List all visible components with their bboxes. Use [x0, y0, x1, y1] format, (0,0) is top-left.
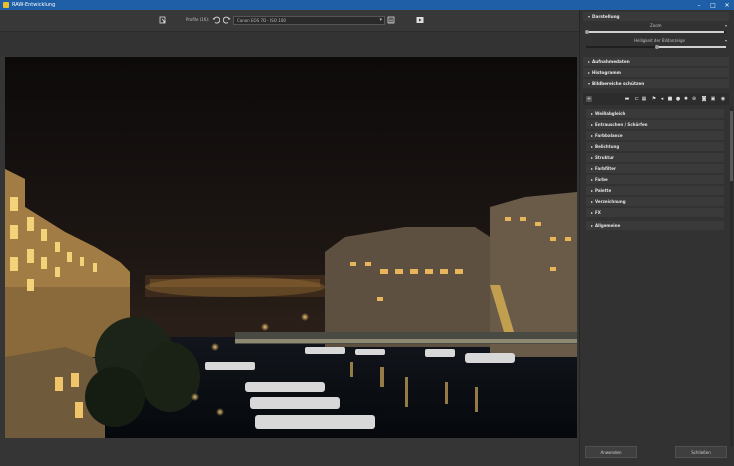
profile-select[interactable]: Canon EOS 7D - ISO 100 ▾ [233, 16, 385, 25]
chevron-down-icon: ▾ [588, 14, 591, 19]
tool-palette[interactable]: ▸ Palette [586, 186, 724, 195]
app-icon [3, 2, 9, 8]
grid-icon[interactable]: ▦ [641, 96, 647, 102]
plus-icon[interactable]: + [586, 96, 592, 102]
eye-icon[interactable]: ◉ [720, 96, 726, 102]
line-icon[interactable]: ▬ [624, 96, 630, 102]
section-label: Darstellung [592, 14, 620, 19]
photo-preview[interactable] [5, 57, 577, 438]
status-area [0, 438, 579, 466]
tool-farbe[interactable]: ▸ Farbe [586, 175, 724, 184]
tool-struktur[interactable]: ▸ Struktur [586, 153, 724, 162]
circle-icon[interactable]: ● [675, 96, 681, 102]
chevron-right-icon: ▸ [591, 144, 594, 149]
play-icon[interactable] [415, 15, 425, 25]
chevron-right-icon: ▸ [591, 155, 594, 160]
settings-panel: ▾ Darstellung Zoom ▾ Helligkeit der Bild… [579, 10, 734, 466]
tool-fx[interactable]: ▸ FX [586, 208, 724, 217]
section-darstellung[interactable]: ▾ Darstellung [583, 12, 729, 21]
zoom-slider-handle[interactable] [585, 30, 589, 34]
window-title: RAW-Entwicklung [12, 2, 56, 8]
tool-entrauschen[interactable]: ▸ Entrauschen / Schärfen [586, 120, 724, 129]
chevron-right-icon: ▸ [591, 223, 594, 228]
tool-farbbalance[interactable]: ▸ Farbbalance [586, 131, 724, 140]
flag-icon[interactable]: ⚑ [651, 96, 657, 102]
tool-icon-row: + ▬ ⊏ ▦ ⚑ ◂ ■ ● ✹ ⊕ ◙ ▣ ◉ [583, 93, 729, 105]
preview-area: Profile (16): Canon EOS 7D - ISO 100 ▾ [0, 10, 579, 466]
tool-label: Allgemeine [595, 223, 621, 228]
tool-label: Weißabgleich [595, 111, 626, 116]
tool-label: Farbfilter [595, 166, 616, 171]
crosshair-icon[interactable]: ⊕ [691, 96, 697, 102]
section-histogramm[interactable]: ▸ Histogramm [583, 68, 729, 77]
chevron-right-icon: ▸ [588, 70, 591, 75]
section-aufnahmedaten[interactable]: ▸ Aufnahmedaten [583, 57, 729, 66]
tool-label: Entrauschen / Schärfen [595, 122, 648, 127]
brightness-label: Helligkeit der Bildanzeige [634, 38, 686, 43]
import-icon[interactable] [158, 15, 168, 25]
tool-weissabgleich[interactable]: ▸ Weißabgleich [586, 109, 724, 118]
section-bildbereiche[interactable]: ▾ Bildbereiche schützen [583, 79, 729, 88]
image-icon[interactable]: ▣ [710, 96, 716, 102]
tool-verzeichnung[interactable]: ▸ Verzeichnung [586, 197, 724, 206]
title-bar: RAW-Entwicklung – □ ✕ [0, 0, 734, 10]
chevron-down-icon: ▾ [379, 17, 382, 23]
chevron-right-icon: ▸ [591, 177, 594, 182]
tool-allgemeine[interactable]: ▸ Allgemeine [586, 221, 724, 230]
profile-value: Canon EOS 7D - ISO 100 [237, 18, 286, 23]
camera-icon[interactable]: ◙ [701, 96, 707, 102]
scrollbar-thumb[interactable] [730, 111, 733, 181]
list-icon[interactable] [386, 15, 396, 25]
section-label: Bildbereiche schützen [592, 81, 645, 86]
chevron-down-icon: ▾ [588, 81, 591, 86]
tool-label: FX [595, 210, 601, 215]
crop-icon[interactable]: ⊏ [634, 96, 640, 102]
chevron-right-icon: ▸ [591, 199, 594, 204]
chevron-right-icon: ▸ [588, 59, 591, 64]
tool-label: Verzeichnung [595, 199, 626, 204]
profile-label: Profile (16): [186, 17, 210, 22]
brightness-slider-handle[interactable] [655, 45, 659, 49]
tool-belichtung[interactable]: ▸ Belichtung [586, 142, 724, 151]
undo-icon[interactable] [211, 15, 221, 25]
chevron-right-icon: ▸ [591, 166, 594, 171]
chevron-right-icon: ▸ [591, 188, 594, 193]
sound-icon[interactable]: ◂ [659, 96, 665, 102]
chevron-right-icon: ▸ [591, 133, 594, 138]
info-bar [0, 32, 579, 56]
apply-button[interactable]: Anwenden [585, 446, 637, 458]
brightness-slider-fill [658, 46, 726, 48]
square-icon[interactable]: ■ [667, 96, 673, 102]
section-label: Aufnahmedaten [592, 59, 630, 64]
tool-label: Farbe [595, 177, 608, 182]
zoom-label: Zoom [650, 23, 662, 28]
tool-label: Struktur [595, 155, 615, 160]
chevron-right-icon: ▸ [591, 210, 594, 215]
sun-icon[interactable]: ✹ [683, 96, 689, 102]
tool-label: Farbbalance [595, 133, 623, 138]
top-toolbar: Profile (16): Canon EOS 7D - ISO 100 ▾ [0, 10, 579, 32]
zoom-dropdown-arrow[interactable]: ▾ [725, 23, 727, 28]
brightness-dropdown-arrow[interactable]: ▾ [725, 38, 727, 43]
tool-label: Palette [595, 188, 612, 193]
zoom-slider-fill [588, 31, 724, 33]
chevron-right-icon: ▸ [591, 122, 594, 127]
chevron-right-icon: ▸ [591, 111, 594, 116]
close-button[interactable]: Schließen [675, 446, 727, 458]
tool-label: Belichtung [595, 144, 620, 149]
redo-icon[interactable] [222, 15, 232, 25]
maximize-button[interactable]: □ [706, 0, 720, 10]
close-window-button[interactable]: ✕ [720, 0, 734, 10]
minimize-button[interactable]: – [692, 0, 706, 10]
section-label: Histogramm [592, 70, 621, 75]
panel-scrollbar[interactable] [730, 107, 733, 447]
tool-farbfilter[interactable]: ▸ Farbfilter [586, 164, 724, 173]
